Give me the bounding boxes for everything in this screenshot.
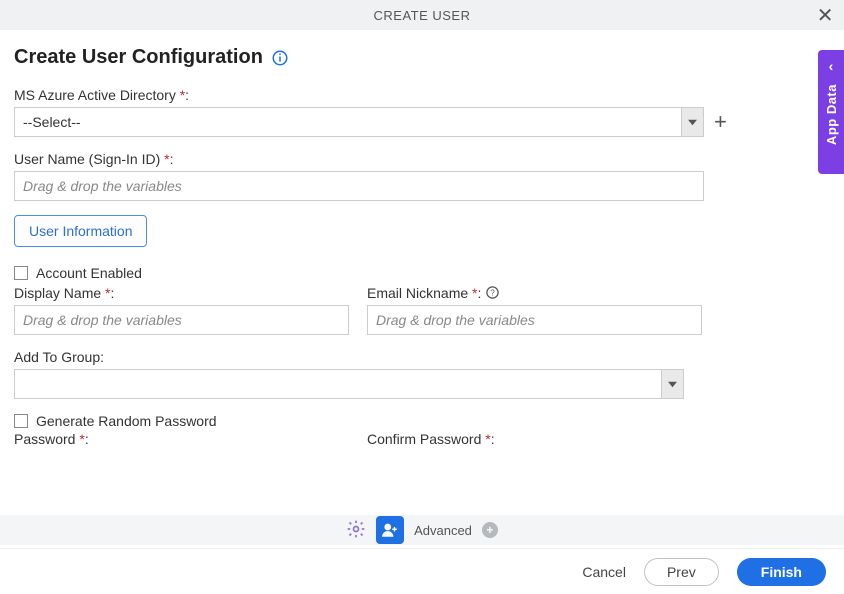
generate-password-label: Generate Random Password [36, 413, 217, 429]
display-name-placeholder: Drag & drop the variables [23, 312, 182, 328]
password-label: Password *: [14, 431, 349, 447]
chevron-left-icon: ‹ [829, 58, 834, 74]
user-name-placeholder: Drag & drop the variables [23, 178, 182, 194]
prev-button[interactable]: Prev [644, 558, 719, 586]
account-enabled-checkbox[interactable] [14, 266, 28, 280]
add-icon[interactable]: + [714, 111, 727, 133]
finish-button[interactable]: Finish [737, 558, 826, 586]
user-name-input[interactable]: Drag & drop the variables [14, 171, 704, 201]
azure-ad-label: MS Azure Active Directory *: [14, 87, 830, 103]
tab-user-information[interactable]: User Information [14, 215, 147, 247]
email-nickname-placeholder: Drag & drop the variables [376, 312, 535, 328]
advanced-label[interactable]: Advanced [414, 523, 472, 538]
display-name-input[interactable]: Drag & drop the variables [14, 305, 349, 335]
page-title: Create User Configuration [14, 46, 263, 69]
dialog-title: CREATE USER [374, 8, 471, 23]
email-nickname-label: Email Nickname *: ? [367, 285, 702, 301]
add-to-group-label: Add To Group: [14, 349, 830, 365]
generate-password-checkbox[interactable] [14, 414, 28, 428]
side-panel-label: App Data [824, 84, 839, 145]
toolbar: Advanced + [0, 515, 844, 545]
email-nickname-input[interactable]: Drag & drop the variables [367, 305, 702, 335]
chevron-down-icon[interactable] [661, 370, 683, 398]
user-add-icon[interactable] [376, 516, 404, 544]
azure-ad-value: --Select-- [23, 114, 81, 130]
dialog-header: CREATE USER ✕ [0, 0, 844, 30]
gear-icon[interactable] [346, 519, 366, 542]
add-to-group-select[interactable] [14, 369, 684, 399]
side-panel-app-data[interactable]: ‹ App Data [818, 50, 844, 174]
display-name-label: Display Name *: [14, 285, 349, 301]
help-icon[interactable]: ? [485, 285, 500, 301]
cancel-button[interactable]: Cancel [582, 564, 626, 580]
account-enabled-label: Account Enabled [36, 265, 142, 281]
user-name-label: User Name (Sign-In ID) *: [14, 151, 830, 167]
chevron-down-icon[interactable] [681, 108, 703, 136]
azure-ad-select[interactable]: --Select-- [14, 107, 704, 137]
close-icon[interactable]: ✕ [817, 0, 834, 30]
info-icon[interactable] [271, 49, 289, 67]
svg-text:?: ? [491, 289, 496, 298]
plus-icon[interactable]: + [482, 522, 498, 538]
footer: Cancel Prev Finish [0, 548, 844, 594]
confirm-password-label: Confirm Password *: [367, 431, 702, 447]
